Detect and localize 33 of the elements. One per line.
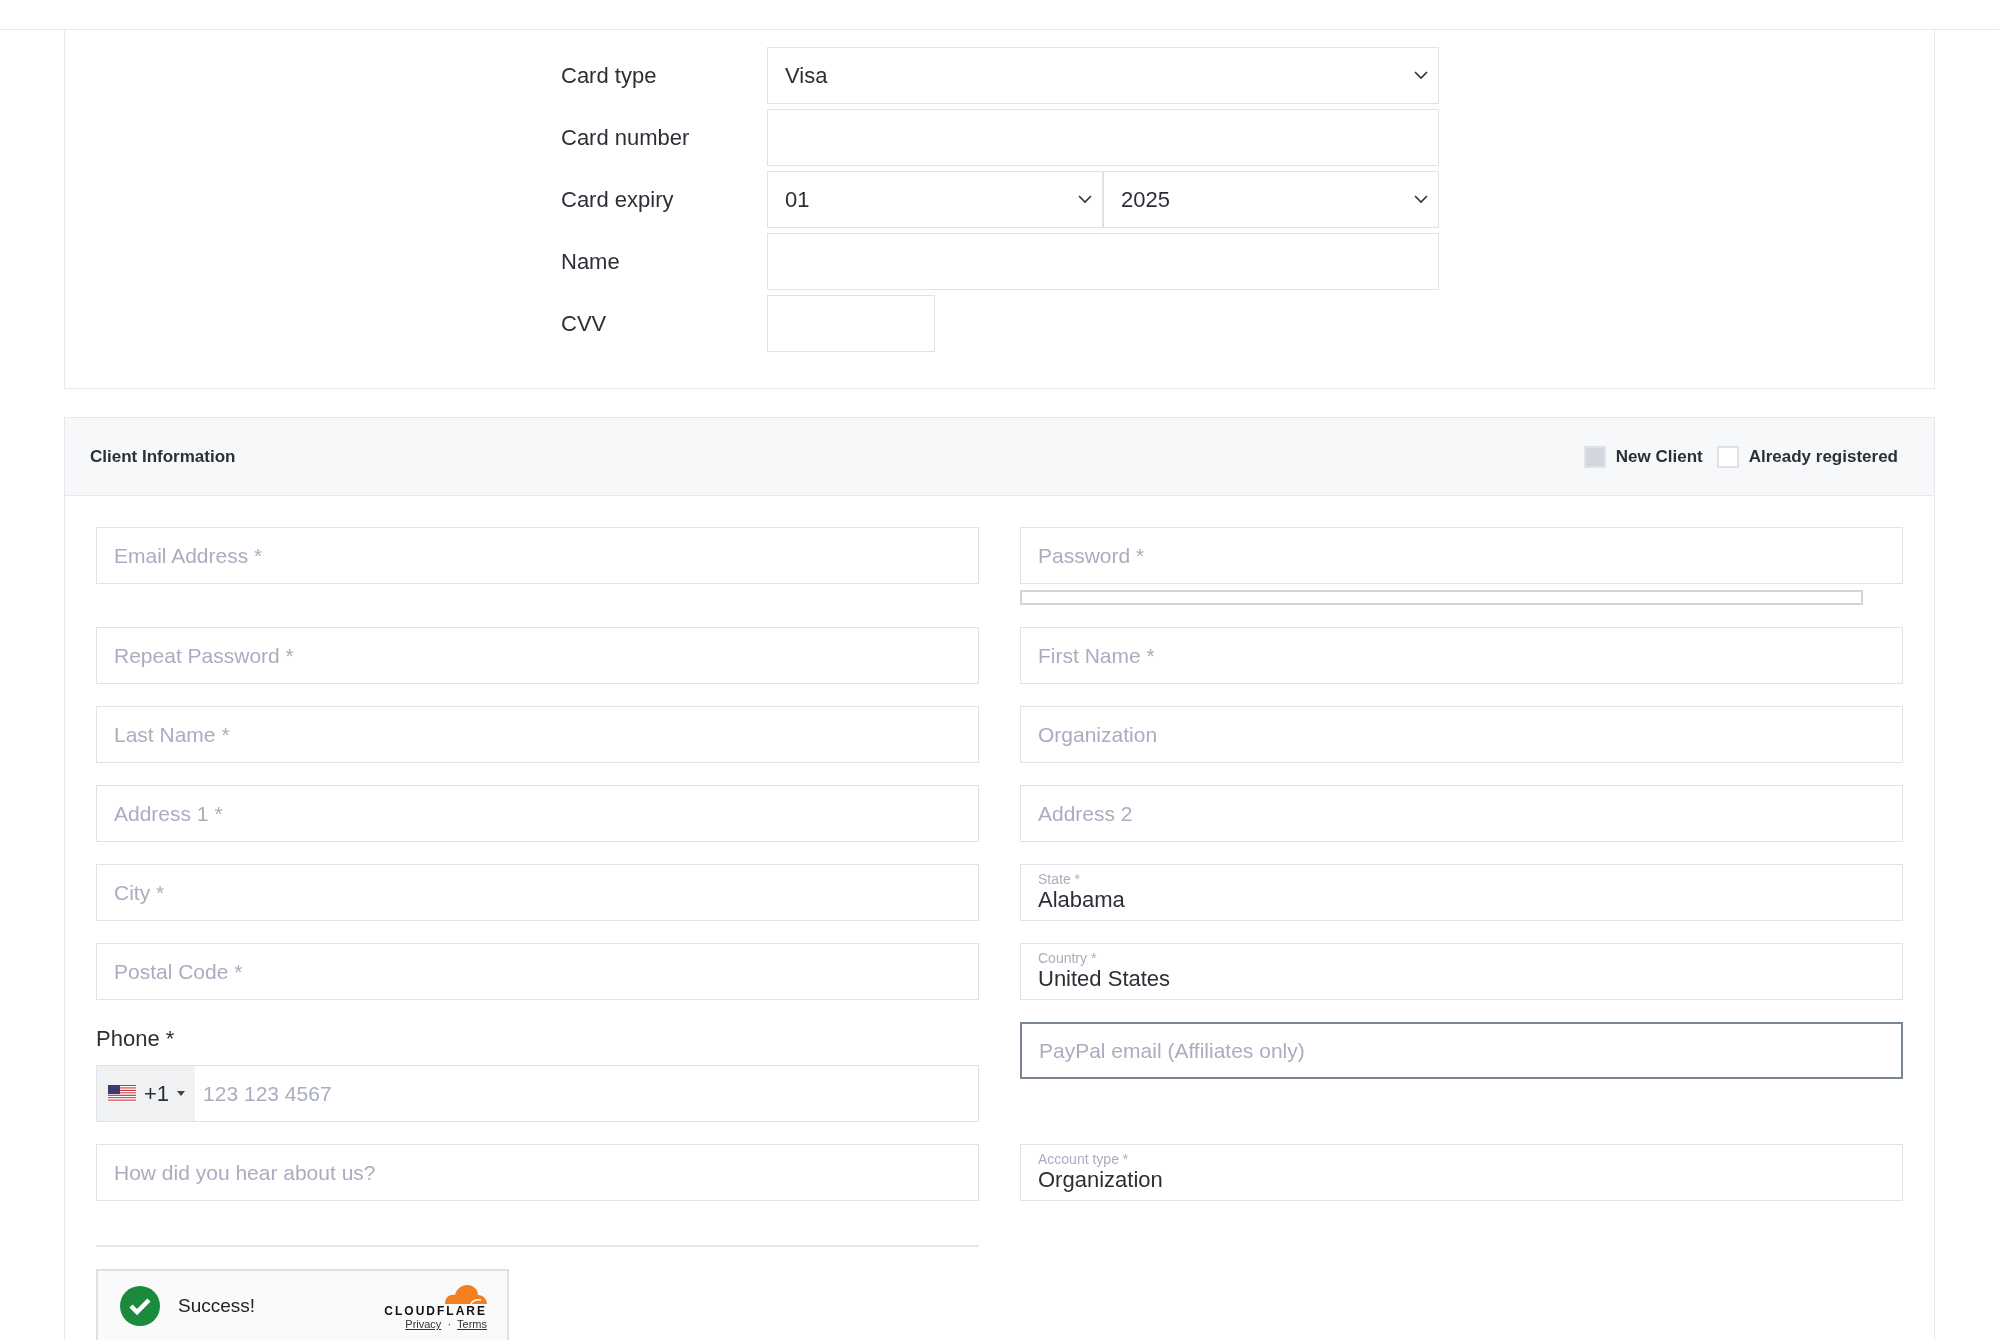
select-dropdown[interactable]: Visa (767, 47, 1439, 104)
country-code-dropdown[interactable]: +1 (97, 1066, 196, 1121)
us-flag-icon (108, 1085, 136, 1102)
select-dropdown[interactable]: 2025 (1103, 171, 1439, 228)
field-label: Phone * (96, 1026, 175, 1052)
field-label: Card type (561, 62, 658, 89)
caret-icon (177, 1091, 186, 1096)
chevron-down-icon (1414, 71, 1428, 80)
select-dropdown[interactable]: 01 (767, 171, 1103, 228)
field-label: Name (561, 248, 621, 275)
success-check-icon (120, 1286, 160, 1326)
terms-link[interactable]: Terms (457, 1318, 487, 1330)
checkbox[interactable] (1716, 445, 1739, 468)
field-label: Card expiry (561, 186, 675, 213)
select-field[interactable]: Country * United States (1020, 943, 1903, 1000)
checkbox-option[interactable]: New Client (1583, 445, 1703, 468)
chevron-down-icon (1414, 195, 1428, 204)
input-field[interactable] (767, 295, 935, 352)
brand-name: CLOUDFLARE (384, 1304, 487, 1318)
privacy-link[interactable]: Privacy (405, 1318, 442, 1330)
chevron-down-icon (1078, 195, 1092, 204)
select-field[interactable]: State * Alabama (1020, 864, 1903, 921)
field-label: Card number (561, 124, 691, 151)
status-text: Success! (178, 1295, 256, 1317)
panel-title: Client Information (90, 446, 236, 467)
checkbox[interactable] (1583, 445, 1606, 468)
select-field[interactable]: Account type * Organization (1020, 1144, 1903, 1201)
phone-field[interactable]: +1 123 123 4567 (96, 1065, 979, 1122)
input-field[interactable] (767, 109, 1439, 166)
input-field[interactable] (767, 233, 1439, 290)
separator-dot: · (447, 1318, 452, 1330)
checkbox-option[interactable]: Already registered (1716, 445, 1898, 468)
field-label: CVV (561, 310, 608, 337)
